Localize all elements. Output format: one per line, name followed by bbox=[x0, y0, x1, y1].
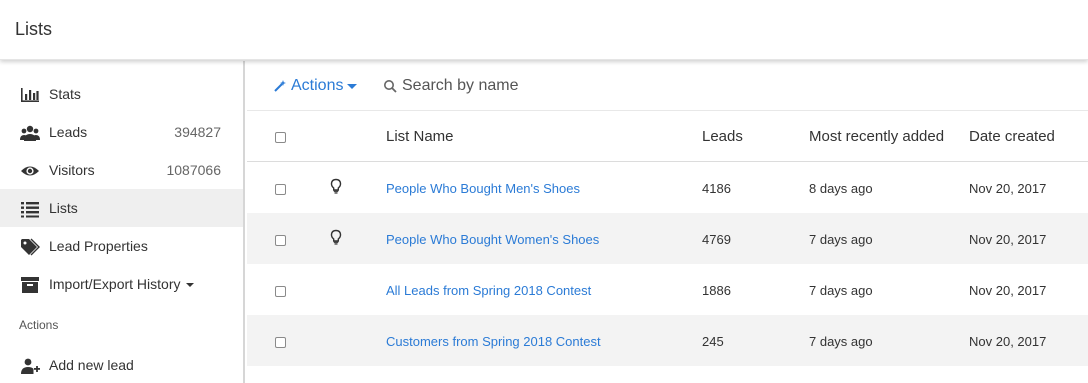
archive-icon bbox=[21, 277, 39, 293]
table-row: People Who Bought Women's Shoes 4769 7 d… bbox=[247, 213, 1088, 264]
table-row: People Who Bought Men's Shoes 4186 8 day… bbox=[247, 162, 1088, 213]
list-icon bbox=[21, 202, 39, 218]
lightbulb-icon bbox=[330, 229, 342, 245]
sidebar-item-import-export-history[interactable]: Import/Export History bbox=[0, 265, 243, 303]
list-name-link[interactable]: All Leads from Spring 2018 Contest bbox=[386, 283, 591, 298]
add-user-icon bbox=[21, 358, 40, 374]
add-new-lead-button[interactable]: Add new lead bbox=[0, 346, 243, 383]
table-row: Customers from Spring 2018 Contest 245 7… bbox=[247, 315, 1088, 366]
column-header-most-recently-added[interactable]: Most recently added bbox=[809, 128, 944, 145]
leads-cell: 1886 bbox=[702, 283, 731, 298]
table-header: List Name Leads Most recently added Date… bbox=[247, 111, 1088, 162]
chevron-down-icon bbox=[186, 283, 195, 288]
sidebar-section-label: Actions bbox=[19, 318, 59, 332]
users-icon bbox=[20, 125, 40, 141]
page-title: Lists bbox=[15, 19, 53, 39]
search-icon bbox=[384, 80, 397, 93]
lightbulb-icon bbox=[330, 178, 342, 194]
created-cell: Nov 20, 2017 bbox=[969, 181, 1047, 196]
column-header-date-created[interactable]: Date created bbox=[969, 128, 1055, 145]
sidebar-item-label: Visitors bbox=[49, 162, 95, 178]
row-checkbox[interactable] bbox=[275, 235, 286, 246]
list-name-link[interactable]: People Who Bought Women's Shoes bbox=[386, 232, 599, 247]
leads-cell: 4186 bbox=[702, 181, 731, 196]
visitors-count: 1087066 bbox=[166, 162, 221, 178]
list-name-link[interactable]: Customers from Spring 2018 Contest bbox=[386, 334, 601, 349]
sidebar: Stats Leads 394827 Visitors 1087066 List… bbox=[0, 61, 245, 383]
created-cell: Nov 20, 2017 bbox=[969, 232, 1047, 247]
magic-wand-icon bbox=[274, 80, 286, 92]
sidebar-item-stats[interactable]: Stats bbox=[0, 75, 243, 113]
actions-button[interactable]: Actions bbox=[273, 75, 358, 97]
created-cell: Nov 20, 2017 bbox=[969, 283, 1047, 298]
recent-cell: 7 days ago bbox=[809, 232, 873, 247]
sidebar-item-visitors[interactable]: Visitors 1087066 bbox=[0, 151, 243, 189]
import-export-label: Import/Export History bbox=[49, 276, 181, 292]
column-header-list-name[interactable]: List Name bbox=[386, 128, 454, 145]
list-name-link[interactable]: People Who Bought Men's Shoes bbox=[386, 181, 580, 196]
caret-down-icon bbox=[347, 83, 358, 89]
sidebar-item-label: Stats bbox=[49, 86, 81, 102]
leads-cell: 245 bbox=[702, 334, 724, 349]
search-input[interactable] bbox=[402, 77, 672, 95]
column-header-leads[interactable]: Leads bbox=[702, 128, 743, 145]
sidebar-item-leads[interactable]: Leads 394827 bbox=[0, 113, 243, 151]
sidebar-item-label: Lead Properties bbox=[49, 238, 148, 254]
leads-cell: 4769 bbox=[702, 232, 731, 247]
sidebar-item-lead-properties[interactable]: Lead Properties bbox=[0, 227, 243, 265]
row-checkbox[interactable] bbox=[275, 184, 286, 195]
main-content: Actions List Name Leads Most recently ad… bbox=[247, 61, 1088, 383]
sidebar-item-label: Lists bbox=[49, 200, 78, 216]
recent-cell: 8 days ago bbox=[809, 181, 873, 196]
top-bar: Lists bbox=[0, 0, 1088, 60]
table-row: All Leads from Spring 2018 Contest 1886 … bbox=[247, 264, 1088, 315]
row-checkbox[interactable] bbox=[275, 337, 286, 348]
select-all-checkbox[interactable] bbox=[275, 132, 286, 143]
toolbar: Actions bbox=[247, 61, 1088, 111]
search-box bbox=[383, 75, 683, 97]
sidebar-action-label: Add new lead bbox=[49, 357, 134, 373]
row-checkbox[interactable] bbox=[275, 286, 286, 297]
eye-icon bbox=[21, 166, 39, 176]
bar-chart-icon bbox=[21, 88, 39, 102]
leads-count: 394827 bbox=[174, 124, 221, 140]
created-cell: Nov 20, 2017 bbox=[969, 334, 1047, 349]
recent-cell: 7 days ago bbox=[809, 334, 873, 349]
recent-cell: 7 days ago bbox=[809, 283, 873, 298]
actions-label: Actions bbox=[291, 77, 344, 94]
sidebar-item-label: Import/Export History bbox=[49, 276, 195, 292]
sidebar-item-label: Leads bbox=[49, 124, 88, 140]
sidebar-item-lists[interactable]: Lists bbox=[0, 189, 243, 227]
tag-icon bbox=[21, 238, 40, 256]
